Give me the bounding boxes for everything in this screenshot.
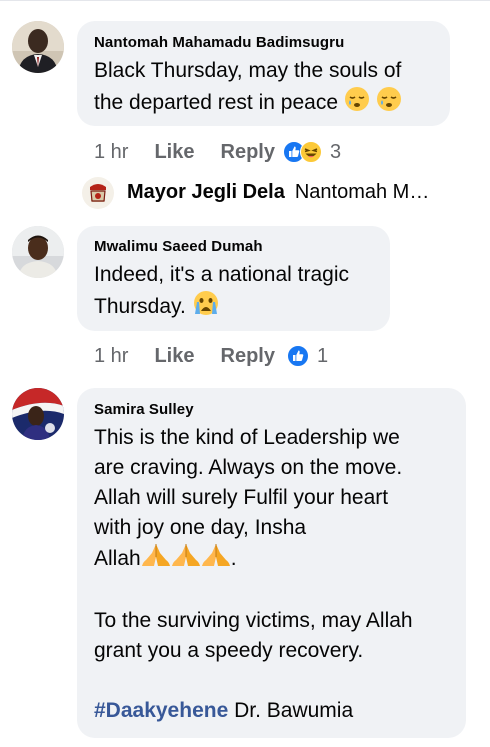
reactions-summary[interactable]: 1 <box>286 344 329 368</box>
comment-text-fragment: Allah <box>94 547 141 571</box>
comment-text-fragment: the departed rest in peace <box>94 91 339 115</box>
avatar[interactable] <box>82 177 114 209</box>
comment-text-line: Indeed, it's a national tragic <box>94 263 350 286</box>
comment-text-line: the departed rest in peace <box>94 86 444 121</box>
comment-actions: 1 hr Like Reply 3 <box>94 139 341 165</box>
like-reaction-icon <box>286 345 309 367</box>
reply-author[interactable]: Mayor Jegli Dela <box>127 181 285 204</box>
comment-text-line: Black Thursday, may the souls of <box>94 59 402 82</box>
comment-text: This is the kind of Leadership we are cr… <box>94 423 460 726</box>
reaction-count: 3 <box>329 140 342 163</box>
comment-text-line: This is the kind of Leadership we <box>94 426 400 449</box>
comment-text: Black Thursday, may the souls of the dep… <box>94 56 444 121</box>
comment-actions: 1 hr Like Reply 1 <box>94 343 328 369</box>
comment-text-fragment: Thursday. <box>94 295 186 319</box>
reply-button[interactable]: Reply <box>221 141 275 164</box>
comment-text-line: To the surviving victims, may Allah <box>94 609 413 632</box>
crying-face-icon <box>192 290 220 325</box>
avatar[interactable] <box>12 226 64 278</box>
comment-text-line: are craving. Always on the move. <box>94 456 403 479</box>
comment-author[interactable]: Samira Sulley <box>94 401 194 418</box>
comment-text-line: Allah . <box>94 543 460 576</box>
comment-blank-line <box>94 666 460 696</box>
comment-blank-line <box>94 576 460 606</box>
reactions-summary[interactable]: 3 <box>282 140 342 164</box>
haha-reaction-icon <box>299 141 322 163</box>
comment-author[interactable]: Mwalimu Saeed Dumah <box>94 238 263 255</box>
sleepy-face-icon <box>376 86 402 121</box>
comment-text-line: with joy one day, Insha <box>94 516 307 539</box>
top-divider <box>0 0 490 6</box>
reply-button[interactable]: Reply <box>221 345 275 368</box>
reply-preview-text: Nantomah M… <box>294 181 430 203</box>
comment-text-line: Thursday. <box>94 290 384 325</box>
folded-hands-icon <box>141 543 171 576</box>
like-button[interactable]: Like <box>154 345 194 368</box>
comment-timestamp[interactable]: 1 hr <box>94 345 128 368</box>
comment-text-fragment: . <box>230 547 237 571</box>
reaction-count: 1 <box>316 344 329 367</box>
folded-hands-icon <box>201 543 231 576</box>
like-button[interactable]: Like <box>154 141 194 164</box>
avatar[interactable] <box>12 21 64 73</box>
comment-text: Indeed, it's a national tragic Thursday. <box>94 260 384 325</box>
avatar[interactable] <box>12 388 64 440</box>
comment-timestamp[interactable]: 1 hr <box>94 141 128 164</box>
comment-text-line: grant you a speedy recovery. <box>94 639 364 662</box>
comment-author[interactable]: Nantomah Mahamadu Badimsugru <box>94 34 344 51</box>
sleepy-face-icon <box>344 86 370 121</box>
folded-hands-icon <box>171 543 201 576</box>
comment-text-line: #Daakyehene Dr. Bawumia <box>94 696 460 726</box>
comment-text-line: Allah will surely Fulfil your heart <box>94 486 389 509</box>
hashtag-link[interactable]: #Daakyehene <box>94 699 228 722</box>
reply-preview[interactable]: Mayor Jegli Dela Nantomah M… <box>127 181 429 204</box>
comment-text-fragment: Dr. Bawumia <box>228 699 354 722</box>
